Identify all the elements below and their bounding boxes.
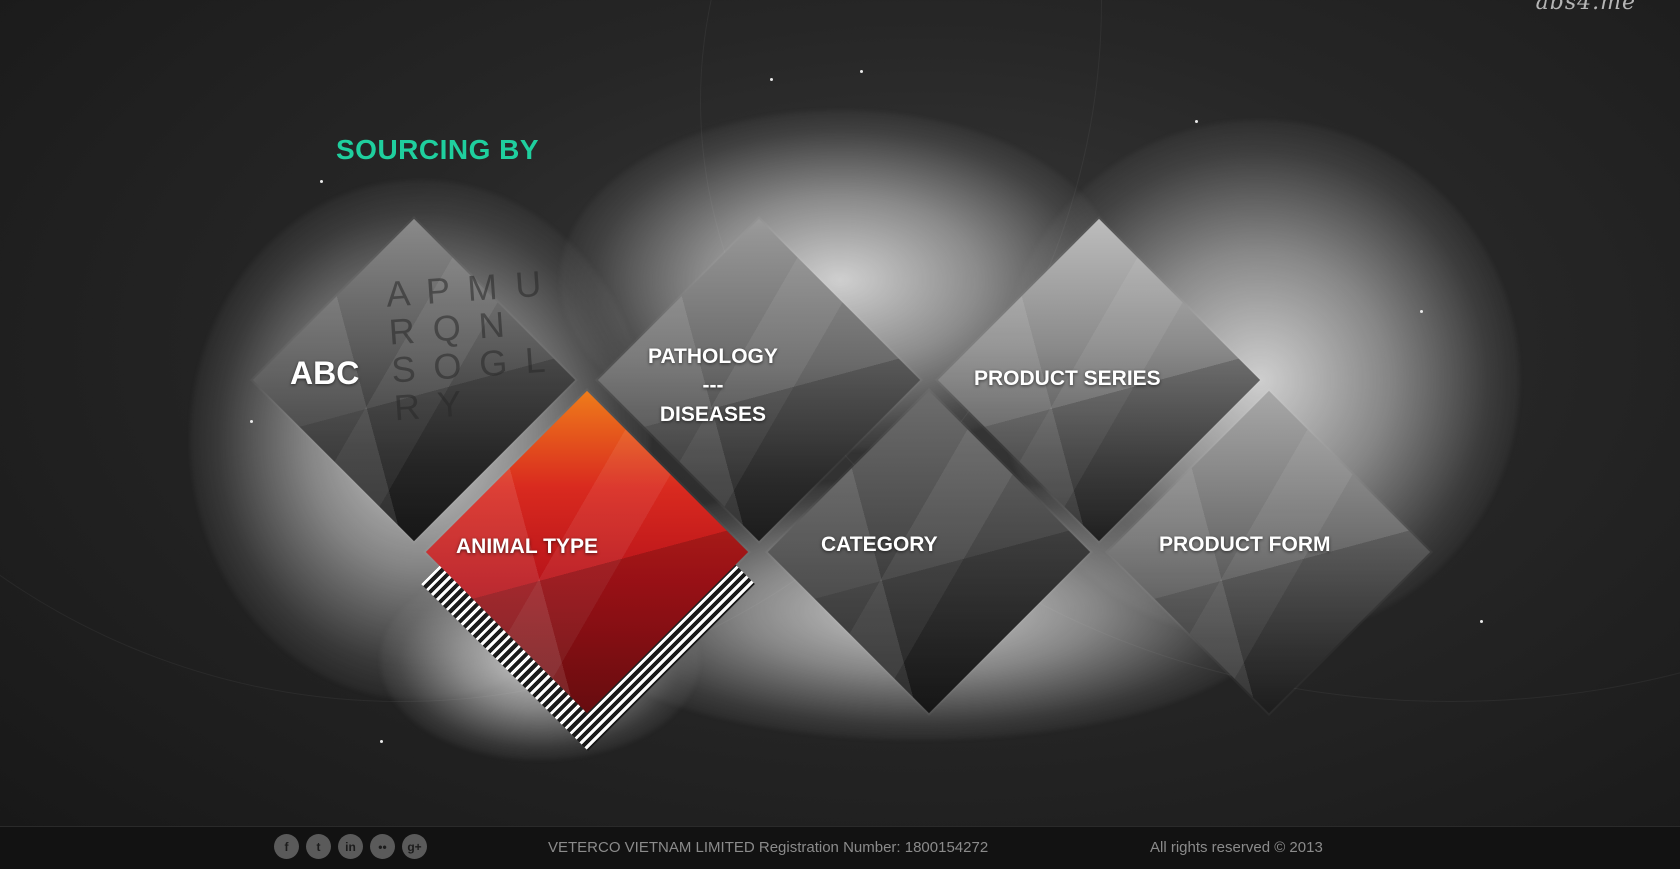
footer-copyright: All rights reserved © 2013 [1150,839,1323,856]
watermark-logo: abs4.me [1535,0,1636,15]
flickr-icon[interactable]: •• [370,834,395,859]
powder-speck [250,420,253,423]
tile-label-product-series[interactable]: PRODUCT SERIES [974,367,1161,391]
powder-speck [380,740,383,743]
powder-speck [770,78,773,81]
footer: f t in •• g+ VETERCO VIETNAM LIMITED Reg… [0,826,1680,869]
tile-label-pathology-line2: DISEASES [659,403,767,426]
tile-label-pathology-line1: PATHOLOGY [648,345,778,368]
powder-speck [320,180,323,183]
page-title: SOURCING BY [336,134,540,165]
tile-label-animal-type[interactable]: ANIMAL TYPE [456,535,598,559]
social-links: f t in •• g+ [274,834,427,859]
googleplus-icon[interactable]: g+ [402,834,427,859]
tile-label-pathology[interactable]: PATHOLOGY --- DISEASES [648,342,778,429]
tile-label-product-form[interactable]: PRODUCT FORM [1159,533,1331,557]
twitter-icon[interactable]: t [306,834,331,859]
powder-speck [1420,310,1423,313]
abc-letters-art: A P M U R Q N S O G L R Y [384,262,550,429]
linkedin-icon[interactable]: in [338,834,363,859]
tile-label-abc[interactable]: ABC [290,355,359,392]
tile-label-category[interactable]: CATEGORY [821,533,938,557]
footer-company-info: VETERCO VIETNAM LIMITED Registration Num… [548,839,989,856]
powder-speck [1195,120,1198,123]
facebook-icon[interactable]: f [274,834,299,859]
powder-speck [1480,620,1483,623]
tile-label-pathology-separator: --- [702,374,724,397]
main-stage: abs4.me SOURCING BY A P M U R Q N S O G [0,0,1680,826]
powder-speck [860,70,863,73]
